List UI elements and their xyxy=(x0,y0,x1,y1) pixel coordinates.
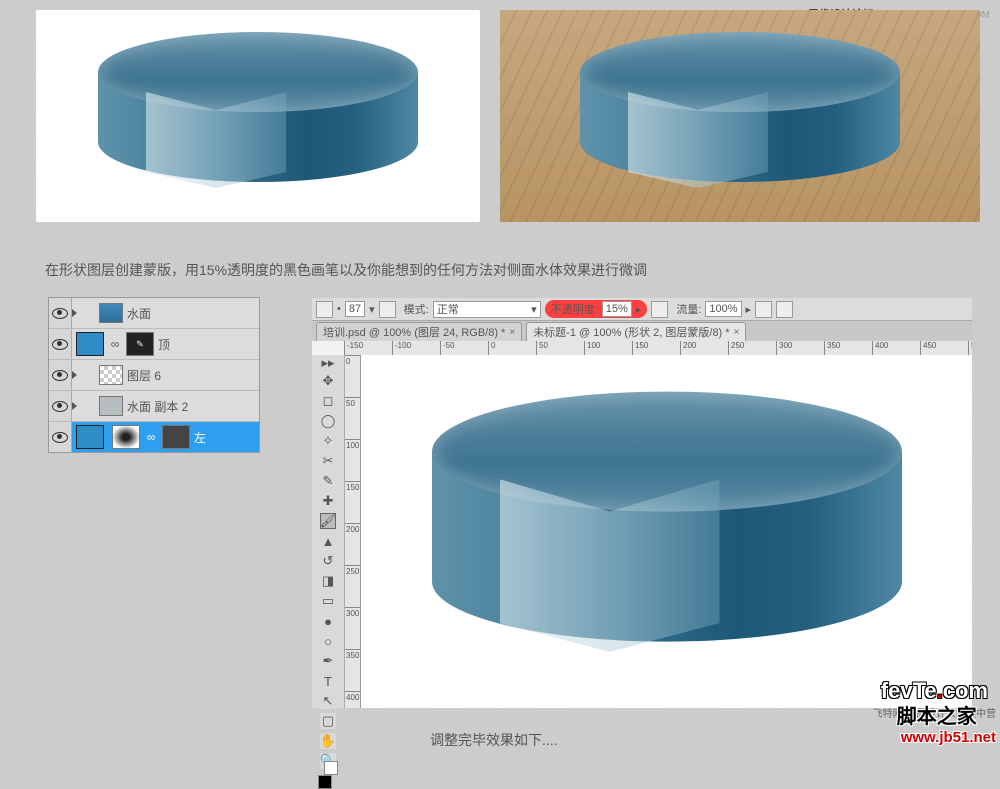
document-tab[interactable]: 培训.psd @ 100% (图层 24, RGB/8) *× xyxy=(316,322,522,341)
water-cylinder-illustration xyxy=(98,32,418,182)
close-icon[interactable]: × xyxy=(509,327,515,338)
pressure-opacity-icon[interactable] xyxy=(651,301,668,318)
hand-tool[interactable]: ✋ xyxy=(320,733,336,749)
type-tool[interactable]: T xyxy=(320,673,336,689)
instruction-text-1: 在形状图层创建蒙版，用15%透明度的黑色画笔以及你能想到的任何方法对侧面水体效果… xyxy=(45,260,647,280)
tools-palette: ▸▸ ✥ ◻ ◯ ✧ ✂ ✎ ✚ 🖌 ▲ ↺ ◨ ▭ ● ○ ✒ T ↖ ▢ ✋… xyxy=(312,355,345,708)
opacity-control-highlighted[interactable]: 不透明度: 15%▸ xyxy=(545,300,648,318)
flow-value[interactable]: 100% xyxy=(705,301,741,317)
brush-panel-icon[interactable] xyxy=(379,301,396,318)
layer-thumbnail xyxy=(76,332,104,356)
opacity-label: 不透明度: xyxy=(551,301,598,317)
layer-row[interactable]: 图层 6 xyxy=(49,359,259,390)
visibility-toggle[interactable] xyxy=(49,391,72,421)
move-tool[interactable]: ✥ xyxy=(320,373,336,389)
eyedropper-tool[interactable]: ✎ xyxy=(320,473,336,489)
layer-thumbnail xyxy=(76,425,104,449)
airbrush-icon[interactable] xyxy=(755,301,772,318)
layer-row[interactable]: 水面 副本 2 xyxy=(49,390,259,421)
mask-thumbnail xyxy=(112,425,140,449)
water-cylinder-illustration xyxy=(580,32,900,182)
layer-row[interactable]: ∞ ✎ 顶 xyxy=(49,328,259,359)
eye-icon xyxy=(52,308,68,319)
vector-thumbnail xyxy=(162,425,190,449)
visibility-toggle[interactable] xyxy=(49,422,72,452)
layer-name: 左 xyxy=(194,429,259,446)
stamp-tool[interactable]: ▲ xyxy=(320,533,336,549)
lasso-tool[interactable]: ◯ xyxy=(320,413,336,429)
layer-row-selected[interactable]: ∞ 左 xyxy=(49,421,259,452)
gradient-tool[interactable]: ▭ xyxy=(320,593,336,609)
options-bar: • 87▾ 模式: 正常▾ 不透明度: 15%▸ 流量: 100%▸ xyxy=(312,298,972,321)
shape-tool[interactable]: ▢ xyxy=(320,713,336,729)
brush-preset-icon[interactable] xyxy=(316,301,333,318)
layer-thumbnail xyxy=(99,303,123,323)
history-brush-tool[interactable]: ↺ xyxy=(320,553,336,569)
dodge-tool[interactable]: ○ xyxy=(320,633,336,649)
eye-icon xyxy=(52,432,68,443)
pen-tool[interactable]: ✒ xyxy=(320,653,336,669)
visibility-toggle[interactable] xyxy=(49,329,72,359)
mode-dropdown[interactable]: 正常▾ xyxy=(433,301,541,318)
eraser-tool[interactable]: ◨ xyxy=(320,573,336,589)
layer-name: 顶 xyxy=(158,336,259,353)
document-tab-active[interactable]: 未标题-1 @ 100% (形状 2, 图层蒙版/8) *× xyxy=(526,322,746,341)
healing-tool[interactable]: ✚ xyxy=(320,493,336,509)
path-tool[interactable]: ↖ xyxy=(320,693,336,709)
close-icon[interactable]: × xyxy=(734,327,740,338)
brush-tool[interactable]: 🖌 xyxy=(320,513,336,529)
brush-size-value[interactable]: 87 xyxy=(345,301,365,317)
ps-logo-icon: ▸▸ xyxy=(321,355,334,371)
instruction-text-2: 调整完毕效果如下.... xyxy=(430,730,558,750)
canvas[interactable] xyxy=(361,355,972,708)
preview-image-white-bg xyxy=(36,10,480,222)
flow-label: 流量: xyxy=(676,301,701,317)
visibility-toggle[interactable] xyxy=(49,298,72,328)
marquee-tool[interactable]: ◻ xyxy=(320,393,336,409)
layer-name: 水面 副本 2 xyxy=(127,398,259,415)
photoshop-screenshot: • 87▾ 模式: 正常▾ 不透明度: 15%▸ 流量: 100%▸ 培训.ps… xyxy=(312,298,972,708)
layer-name: 图层 6 xyxy=(127,367,259,384)
opacity-value[interactable]: 15% xyxy=(602,301,632,317)
layer-thumbnail xyxy=(99,396,123,416)
water-cylinder-illustration xyxy=(432,391,902,661)
top-image-row xyxy=(36,10,980,222)
layer-name: 水面 xyxy=(127,305,259,322)
layer-thumbnail xyxy=(99,365,123,385)
preview-image-sand-bg xyxy=(500,10,980,222)
smart-object-thumbnail: ✎ xyxy=(126,332,154,356)
ruler-vertical: 050100150200250300350400 xyxy=(345,355,361,708)
eye-icon xyxy=(52,339,68,350)
eye-icon xyxy=(52,370,68,381)
layers-panel: 水面 ∞ ✎ 顶 图层 6 水面 副本 2 ∞ 左 xyxy=(48,297,260,453)
mode-label: 模式: xyxy=(404,301,429,317)
pressure-size-icon[interactable] xyxy=(776,301,793,318)
eye-icon xyxy=(52,401,68,412)
document-tabs: 培训.psd @ 100% (图层 24, RGB/8) *× 未标题-1 @ … xyxy=(312,321,972,341)
visibility-toggle[interactable] xyxy=(49,360,72,390)
wand-tool[interactable]: ✧ xyxy=(320,433,336,449)
layer-row[interactable]: 水面 xyxy=(49,298,259,328)
blur-tool[interactable]: ● xyxy=(320,613,336,629)
watermark-jb51: 脚本之家www.jb51.net xyxy=(897,700,996,746)
crop-tool[interactable]: ✂ xyxy=(320,453,336,469)
